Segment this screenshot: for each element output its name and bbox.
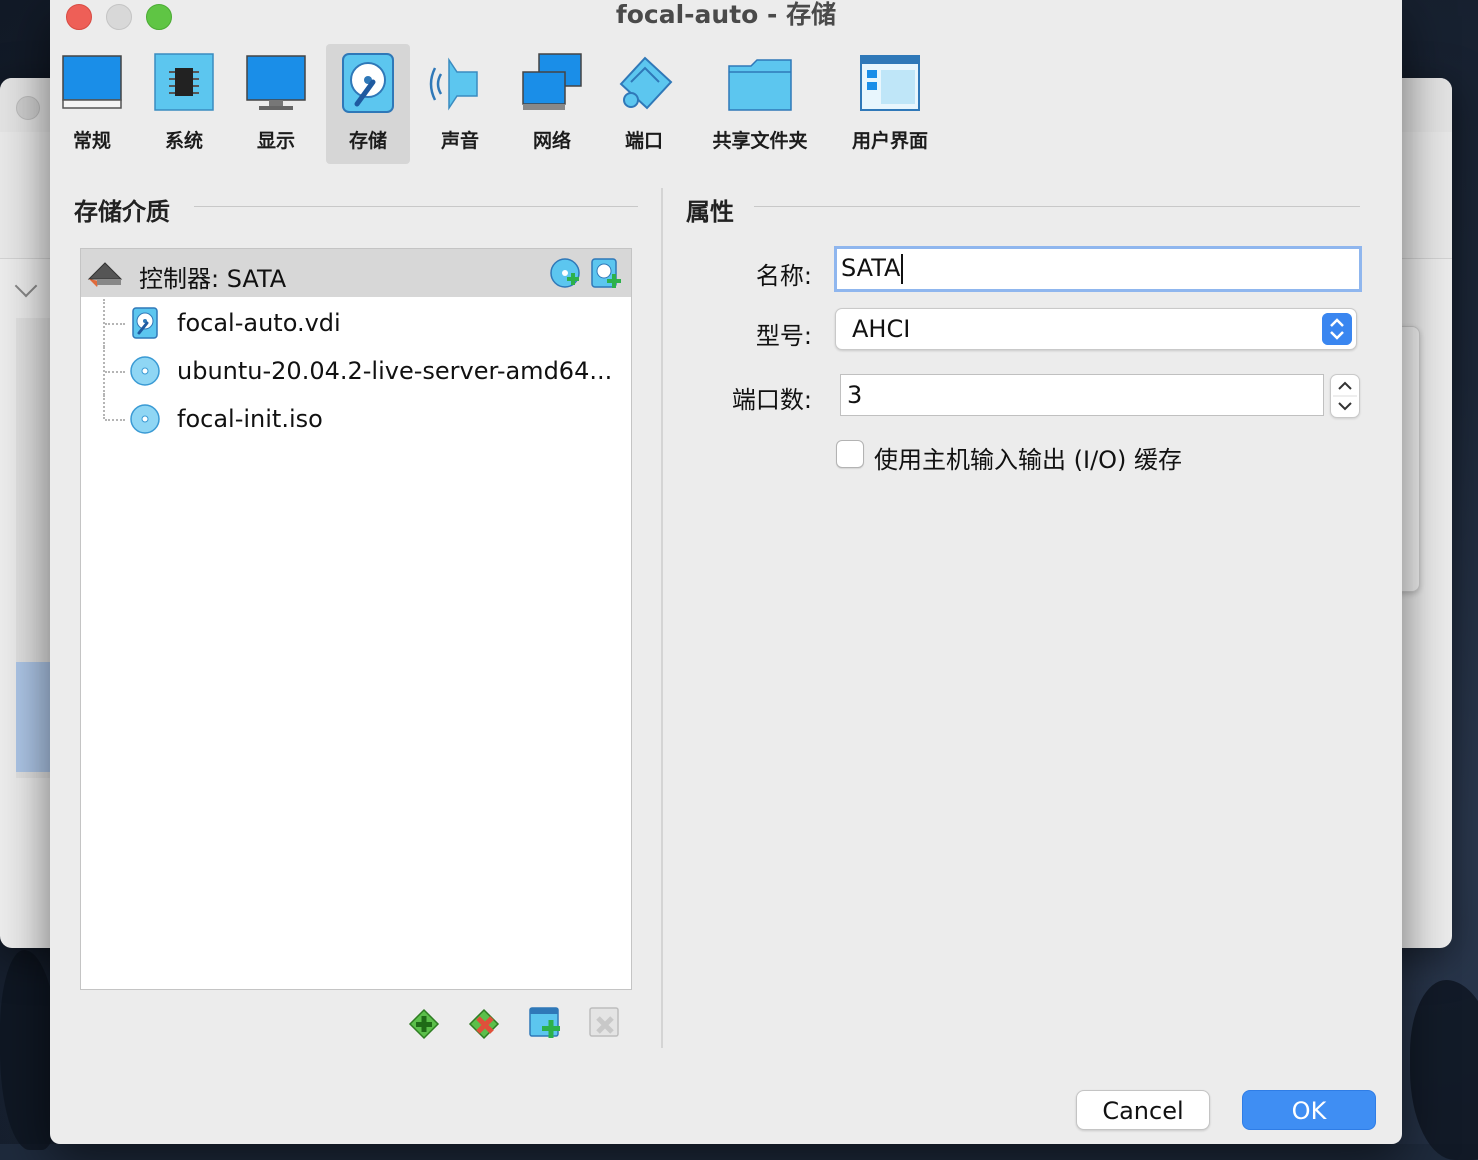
general-monitor-icon — [62, 55, 122, 109]
divider — [754, 206, 1360, 207]
remove-controller-icon[interactable] — [466, 1004, 504, 1042]
port-count-stepper[interactable] — [1330, 374, 1360, 418]
tab-general[interactable]: 常规 — [54, 44, 130, 164]
type-select-value: AHCI — [852, 315, 911, 343]
background-window-button[interactable] — [16, 96, 40, 120]
tab-user-interface[interactable]: 用户界面 — [840, 44, 940, 164]
settings-toolbar: 常规 系统 显示 存储 声音 网络 端口 共享文件夹 用户界面 — [50, 40, 1402, 168]
storage-devices-header: 存储介质 — [74, 198, 170, 226]
add-controller-icon[interactable] — [406, 1004, 444, 1042]
tree-item-label: focal-auto.vdi — [177, 309, 341, 337]
updown-chevron-icon — [1322, 313, 1352, 345]
tree-row-disk[interactable]: focal-auto.vdi — [81, 299, 631, 347]
host-io-cache-label[interactable]: 使用主机输入输出 (I/O) 缓存 — [874, 440, 1182, 475]
divider — [194, 206, 638, 207]
titlebar: focal-auto - 存储 — [50, 0, 1402, 40]
shared-folder-icon — [728, 59, 792, 111]
tab-storage[interactable]: 存储 — [326, 44, 410, 164]
tree-row-optical[interactable]: focal-init.iso — [81, 395, 631, 443]
tab-shared-folders[interactable]: 共享文件夹 — [704, 44, 816, 164]
host-io-cache-checkbox[interactable] — [836, 440, 864, 468]
tree-item-label: focal-init.iso — [177, 405, 323, 433]
desktop-rock — [1410, 980, 1478, 1160]
serial-port-icon — [619, 56, 673, 110]
attributes-header: 属性 — [686, 198, 734, 226]
tab-network-label: 网络 — [532, 130, 571, 152]
tree-connector — [105, 371, 125, 373]
tree-row-controller[interactable]: 控制器: SATA — [81, 249, 631, 297]
tab-ports[interactable]: 端口 — [606, 44, 682, 164]
display-monitor-icon — [246, 55, 306, 110]
ok-button[interactable]: OK — [1242, 1090, 1376, 1130]
tab-system-label: 系统 — [164, 130, 203, 152]
add-optical-drive-icon[interactable] — [549, 257, 583, 291]
tab-audio-label: 声音 — [440, 130, 479, 152]
audio-speaker-icon — [429, 57, 478, 111]
tab-storage-label: 存储 — [348, 130, 387, 152]
tree-connector — [105, 419, 125, 421]
storage-disk-icon — [342, 53, 394, 113]
optical-disc-icon — [130, 404, 160, 434]
tab-user-interface-label: 用户界面 — [851, 130, 928, 152]
user-interface-icon — [860, 55, 920, 111]
tree-connector — [105, 323, 125, 325]
system-chip-icon — [154, 53, 214, 111]
hard-disk-icon — [132, 307, 158, 339]
cancel-button[interactable]: Cancel — [1076, 1090, 1210, 1130]
name-field[interactable]: SATA — [834, 246, 1362, 292]
tab-ports-label: 端口 — [624, 130, 663, 152]
tree-connector — [103, 395, 105, 419]
port-count-field[interactable]: 3 — [840, 374, 1324, 416]
type-label: 型号: — [755, 322, 812, 350]
port-count-value: 3 — [847, 381, 863, 409]
tab-audio[interactable]: 声音 — [422, 44, 498, 164]
tab-display-label: 显示 — [256, 130, 295, 152]
tab-system[interactable]: 系统 — [146, 44, 222, 164]
add-attachment-icon[interactable] — [526, 1004, 564, 1042]
tree-row-optical[interactable]: ubuntu-20.04.2-live-server-amd64... — [81, 347, 631, 395]
tree-item-label: ubuntu-20.04.2-live-server-amd64... — [177, 357, 613, 385]
remove-attachment-icon[interactable] — [586, 1004, 624, 1042]
controller-icon — [87, 262, 123, 287]
add-hard-disk-icon[interactable] — [589, 257, 623, 291]
settings-dialog: focal-auto - 存储 常规 系统 显示 存储 声音 网络 端口 共享文… — [50, 0, 1402, 1144]
tab-shared-folders-label: 共享文件夹 — [712, 130, 808, 152]
background-window-selected-item[interactable] — [16, 662, 50, 772]
tab-general-label: 常规 — [72, 130, 111, 152]
panel-divider — [661, 188, 663, 1048]
storage-tree[interactable]: 控制器: SATA focal-auto.vdi ubuntu-20.04.2-… — [80, 248, 632, 990]
type-select[interactable]: AHCI — [835, 308, 1357, 350]
tab-network[interactable]: 网络 — [514, 44, 590, 164]
controller-label: 控制器: SATA — [139, 265, 287, 293]
tab-display[interactable]: 显示 — [238, 44, 314, 164]
ports-label: 端口数: — [731, 386, 812, 414]
name-field-value: SATA — [841, 254, 901, 282]
name-label: 名称: — [755, 262, 812, 290]
chevron-down-icon[interactable] — [14, 274, 38, 298]
network-icon — [522, 53, 582, 110]
optical-disc-icon — [130, 356, 160, 386]
text-caret — [901, 254, 904, 284]
window-title: focal-auto - 存储 — [615, 0, 837, 29]
